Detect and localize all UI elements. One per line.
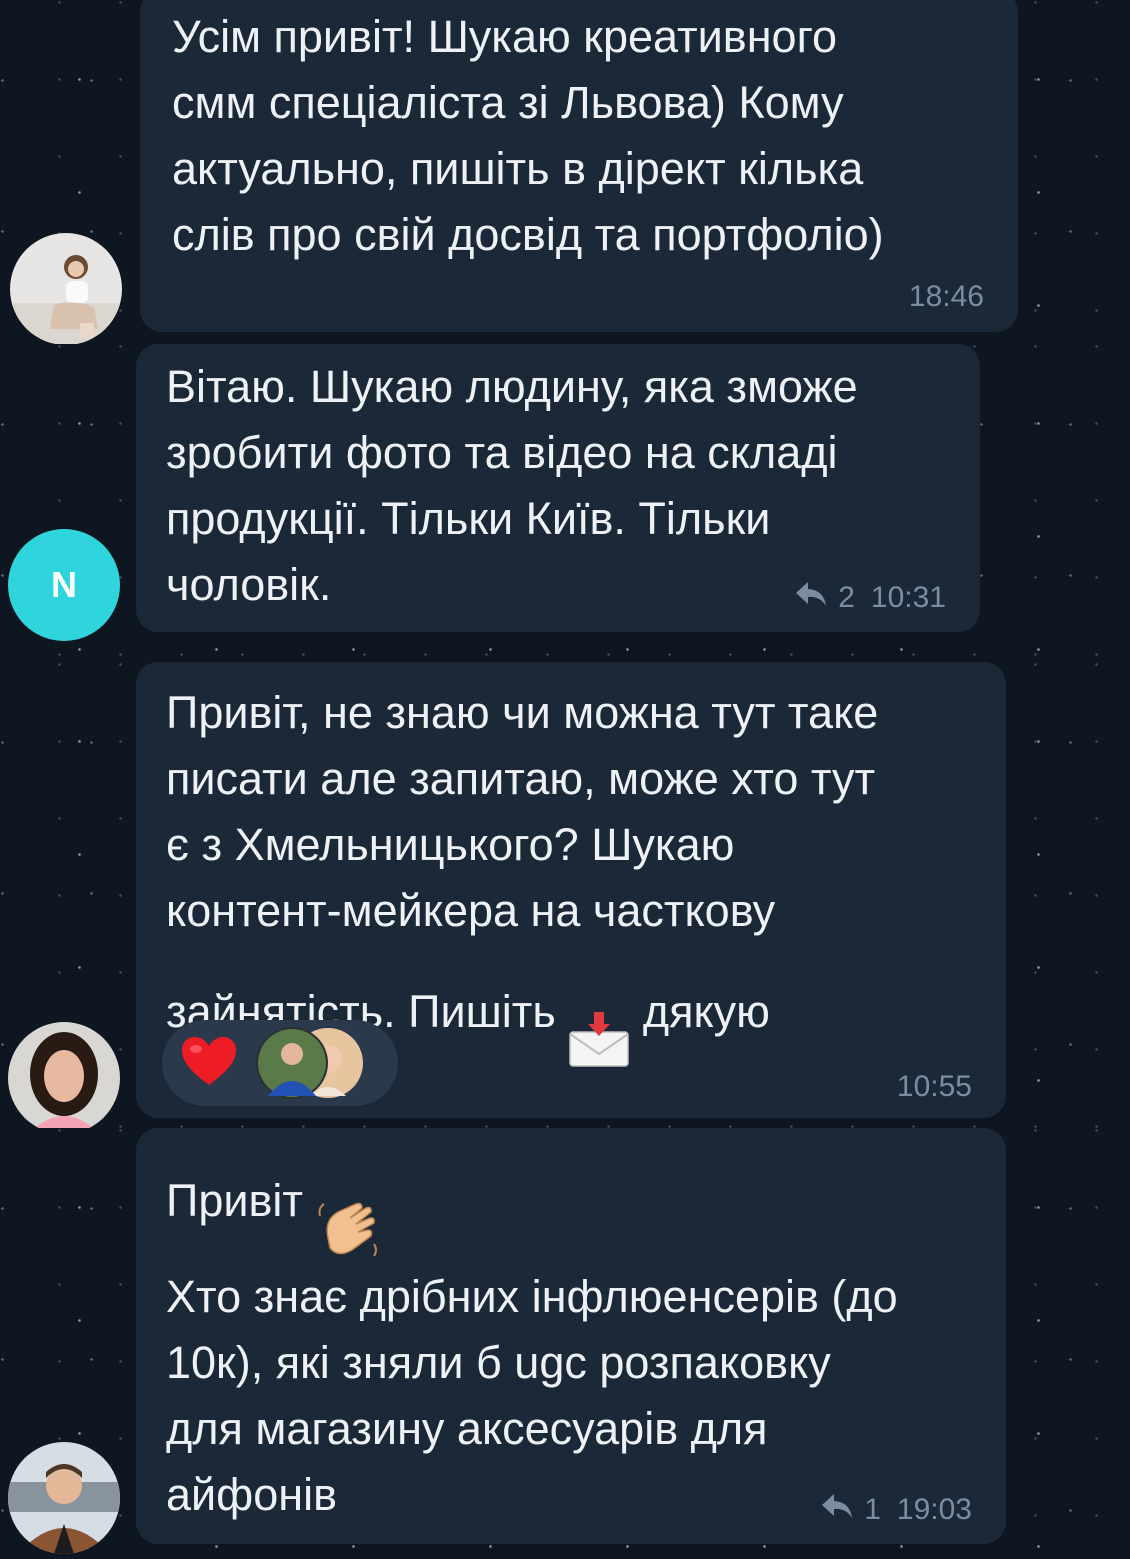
reply-icon[interactable] <box>794 580 828 616</box>
message-bubble[interactable]: Привіт Хто знає дрібних інфлюенсерів (до… <box>136 1128 1006 1544</box>
message-panel-4: Привіт Хто знає дрібних інфлюенсерів (до… <box>0 1128 1130 1559</box>
message-meta: 1 19:03 <box>820 1492 972 1528</box>
message-text: Вітаю. Шукаю людину, яка зможе зробити ф… <box>166 361 858 610</box>
reply-count[interactable]: 1 <box>864 1493 881 1527</box>
message-panel-1: Усім привіт! Шукаю креативного смм спеці… <box>0 0 1130 344</box>
message-text: Хто знає дрібних інфлюенсерів (до 10к), … <box>166 1271 898 1520</box>
reaction-pill[interactable] <box>162 1020 398 1106</box>
envelope-with-arrow-icon <box>568 944 630 1086</box>
reply-icon[interactable] <box>820 1492 854 1528</box>
message-text-main: Привіт, не знаю чи можна тут таке писати… <box>166 687 879 1037</box>
reply-count[interactable]: 2 <box>838 581 855 615</box>
message-bubble[interactable]: Усім привіт! Шукаю креативного смм спеці… <box>140 0 1018 332</box>
message-text-end: дякую <box>642 985 770 1037</box>
avatar-letter: N <box>51 564 77 605</box>
message-panel-3: Привіт, не знаю чи можна тут таке писати… <box>0 662 1130 1128</box>
message-panel-2: N Вітаю. Шукаю людину, яка зможе зробити… <box>0 344 1130 662</box>
message-greeting: Привіт <box>166 1132 380 1276</box>
message-bubble[interactable]: Привіт, не знаю чи можна тут таке писати… <box>136 662 1006 1118</box>
greeting-text: Привіт <box>166 1174 304 1226</box>
user-avatar[interactable] <box>10 233 122 344</box>
avatar-photo <box>8 1442 120 1554</box>
message-bubble[interactable]: Вітаю. Шукаю людину, яка зможе зробити ф… <box>136 344 980 632</box>
user-avatar[interactable] <box>8 1022 120 1128</box>
red-heart-icon <box>180 1035 238 1092</box>
message-meta: 18:46 <box>909 280 984 314</box>
waving-hand-icon <box>316 1132 380 1276</box>
message-time: 18:46 <box>908 280 984 313</box>
message-meta: 2 10:31 <box>794 580 946 616</box>
reactor-avatars[interactable] <box>256 1026 368 1100</box>
message-meta: 10:55 <box>897 1070 972 1104</box>
message-time: 10:55 <box>896 1070 972 1103</box>
avatar-photo <box>8 1022 120 1128</box>
message-time: 10:31 <box>870 581 946 614</box>
user-avatar[interactable]: N <box>8 529 120 641</box>
user-avatar[interactable] <box>8 1442 120 1554</box>
message-time: 19:03 <box>896 1493 972 1526</box>
message-text: Усім привіт! Шукаю креативного смм спеці… <box>172 11 884 260</box>
avatar-photo <box>10 233 122 344</box>
